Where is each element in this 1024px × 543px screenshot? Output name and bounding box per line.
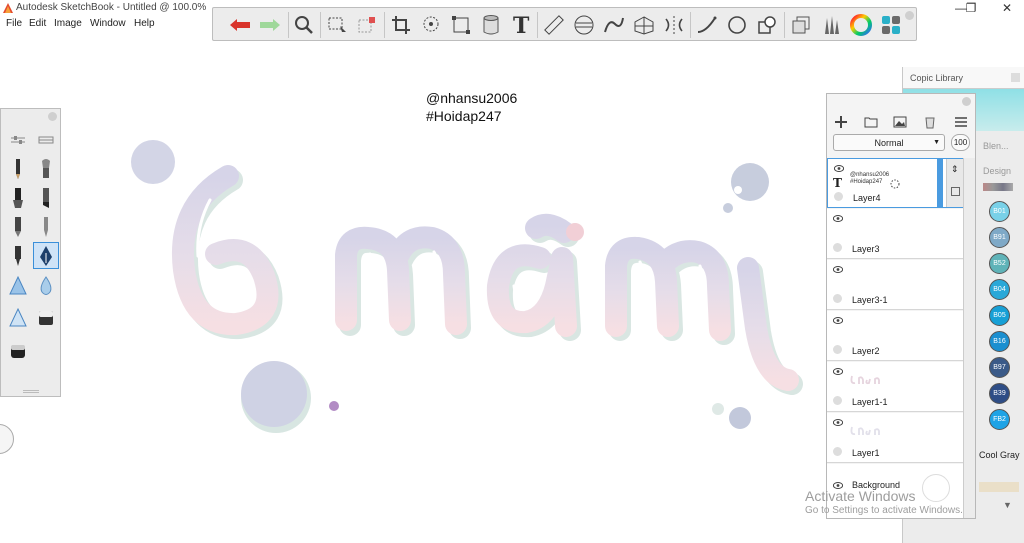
swatch-b01[interactable]: B01: [989, 201, 1010, 222]
layer-row-layer1-1[interactable]: Layer1-1: [827, 362, 964, 412]
swatch-b39[interactable]: B39: [989, 383, 1010, 404]
copic-cool-gray-label[interactable]: Cool Gray: [979, 450, 1020, 460]
layer-row-layer1[interactable]: Layer1: [827, 413, 964, 463]
brush-library-icon[interactable]: [33, 126, 59, 153]
layers-close-icon[interactable]: [962, 97, 971, 106]
blend-mode-select[interactable]: Normal ▼: [833, 134, 945, 151]
blur-brush-icon[interactable]: [33, 272, 59, 299]
add-image-icon[interactable]: [890, 114, 910, 130]
swatch-b91[interactable]: B91: [989, 227, 1010, 248]
layer-row-layer2[interactable]: Layer2: [827, 311, 964, 361]
copic-library-title: Copic Library: [910, 73, 964, 83]
layer-lock-dot[interactable]: [833, 447, 842, 456]
copic-color-strip[interactable]: [983, 183, 1013, 191]
layer-lock-dot[interactable]: [833, 243, 842, 252]
brush-palette-grip[interactable]: [23, 390, 39, 393]
swatch-b04[interactable]: B04: [989, 279, 1010, 300]
copic-blend-label[interactable]: Blen...: [983, 141, 1009, 151]
activate-windows-subtitle: Go to Settings to activate Windows.: [805, 505, 963, 516]
add-layer-icon[interactable]: [831, 114, 851, 130]
layer4-thumbnail: @nhansu2006 #Hoidap247: [850, 172, 890, 185]
canvas-watermark: @nhansu2006 #Hoidap247: [426, 89, 517, 125]
layer1-thumbnail: [850, 426, 880, 436]
triangle-brush-icon[interactable]: [5, 272, 31, 299]
layer-options-icon[interactable]: [951, 187, 960, 196]
layer-visibility-eye-icon[interactable]: [833, 368, 843, 375]
swatch-b52[interactable]: B52: [989, 253, 1010, 274]
brush-palette-close-icon[interactable]: [48, 112, 57, 121]
ink-pen-icon[interactable]: [5, 213, 31, 240]
lettering: [172, 165, 799, 391]
watermark-line1: @nhansu2006: [426, 90, 518, 106]
layer-visibility-eye-icon[interactable]: [833, 419, 843, 426]
brush-pen-icon[interactable]: [33, 213, 59, 240]
layer-name: Layer1-1: [852, 397, 888, 407]
layer-name: Layer3: [852, 244, 880, 254]
layer-lock-dot[interactable]: [834, 192, 843, 201]
copic-library-close-icon[interactable]: [1011, 73, 1020, 82]
marker-brush-icon[interactable]: [5, 184, 31, 211]
swatch-b16[interactable]: B16: [989, 331, 1010, 352]
sketchbook-app: Autodesk SketchBook - Untitled @ 100.0% …: [0, 0, 1024, 543]
layer-name: Layer1: [852, 448, 880, 458]
text-layer-icon: T: [833, 176, 842, 190]
move-handle-icon[interactable]: [890, 179, 900, 189]
layer-selected-indicator: [937, 159, 943, 207]
layer-visibility-eye-icon[interactable]: [833, 317, 843, 324]
watermark-line2: #Hoidap247: [426, 108, 502, 124]
layer1-1-thumbnail: [850, 375, 880, 385]
layer-visibility-eye-icon[interactable]: [833, 215, 843, 222]
layer-lock-dot[interactable]: [833, 396, 842, 405]
copic-library-header: Copic Library: [903, 67, 1024, 89]
chisel-marker-icon[interactable]: [33, 184, 59, 211]
activate-windows-notice: Activate Windows Go to Settings to activ…: [805, 488, 963, 516]
layer-name: Layer2: [852, 346, 880, 356]
layer-lock-dot[interactable]: [833, 294, 842, 303]
layer-name: Layer4: [853, 193, 881, 203]
chevron-down-icon: ▼: [933, 139, 940, 146]
layer-row-layer3[interactable]: Layer3: [827, 209, 964, 259]
opacity-field[interactable]: 100: [951, 134, 970, 151]
swatch-b97[interactable]: B97: [989, 357, 1010, 378]
fountain-pen-icon-selected[interactable]: [33, 242, 59, 269]
pencil-brush-icon[interactable]: [5, 155, 31, 182]
brush-palette: [0, 108, 61, 397]
hard-eraser-icon[interactable]: [5, 337, 31, 364]
layer-name: Layer3-1: [852, 295, 888, 305]
layer-lock-dot[interactable]: [833, 345, 842, 354]
layer-options-column: ⇕: [946, 159, 963, 207]
layers-scrollbar[interactable]: [963, 158, 975, 518]
brush-settings-icon[interactable]: [5, 126, 31, 153]
swatch-b05[interactable]: B05: [989, 305, 1010, 326]
copic-design-label[interactable]: Design: [983, 166, 1011, 176]
technical-pen-icon[interactable]: [5, 242, 31, 269]
layer-menu-icon[interactable]: [951, 114, 971, 130]
layer-reorder-icon[interactable]: ⇕: [951, 164, 959, 175]
copic-warm-strip[interactable]: [979, 482, 1019, 492]
copic-dropdown-icon[interactable]: ▼: [1003, 500, 1012, 510]
smear-brush-icon[interactable]: [5, 304, 31, 331]
activate-windows-title: Activate Windows: [805, 488, 916, 504]
layers-panel: Normal ▼ 100 T @nhansu2006 #Hoidap247 Laye…: [826, 93, 976, 519]
clear-layer-icon[interactable]: [920, 114, 940, 130]
add-group-icon[interactable]: [861, 114, 881, 130]
layer-row-layer3-1[interactable]: Layer3-1: [827, 260, 964, 310]
airbrush-icon[interactable]: [33, 155, 59, 182]
eraser-icon[interactable]: [33, 304, 59, 331]
swatch-fb2[interactable]: FB2: [989, 409, 1010, 430]
layer-row-layer4[interactable]: T @nhansu2006 #Hoidap247 Layer4 ⇕: [827, 158, 964, 208]
blend-mode-value: Normal: [874, 137, 904, 148]
layer-visibility-eye-icon[interactable]: [834, 165, 844, 172]
layer-visibility-eye-icon[interactable]: [833, 266, 843, 273]
